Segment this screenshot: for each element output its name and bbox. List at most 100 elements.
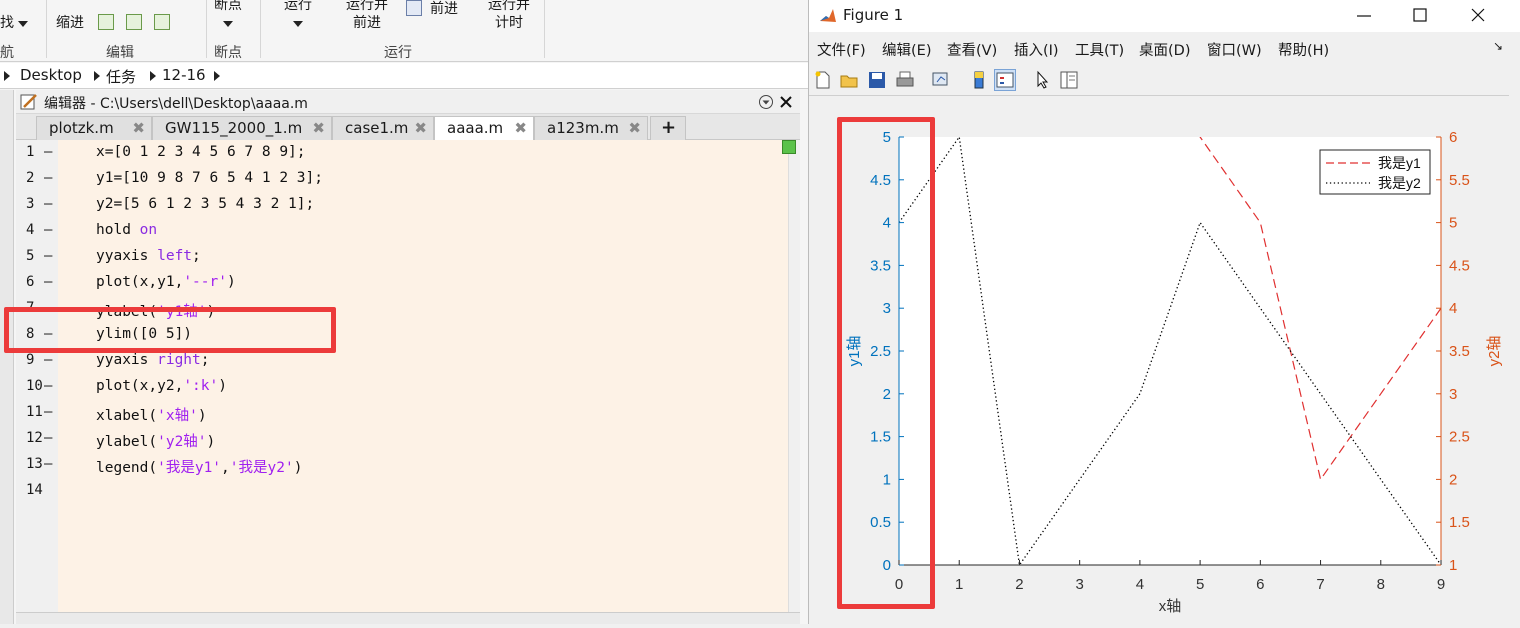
open-file-icon[interactable]: [839, 70, 859, 90]
close-tab-icon[interactable]: ✖: [312, 117, 325, 139]
x-tick-label: 7: [1316, 576, 1324, 593]
tab-plotzk[interactable]: plotzk.m ✖: [36, 116, 152, 140]
line-number: 14: [26, 482, 43, 498]
breakpoint-marker[interactable]: —: [44, 456, 56, 472]
y-right-tick-label: 6: [1449, 129, 1457, 146]
smart-indent-icon[interactable]: [98, 14, 114, 30]
code-line[interactable]: plot(x,y2,':k'): [96, 378, 227, 394]
breakpoint-marker[interactable]: —: [44, 352, 56, 368]
ribbon-divider: [260, 0, 261, 58]
pointer-icon[interactable]: [1033, 70, 1053, 90]
x-tick-label: 1: [955, 576, 963, 593]
code-line[interactable]: legend('我是y1','我是y2'): [96, 456, 302, 477]
x-tick-label: 5: [1196, 576, 1204, 593]
find-button[interactable]: 找: [0, 14, 29, 32]
breadcrumb-folder[interactable]: 12-16: [162, 66, 206, 84]
ribbon-divider: [46, 0, 47, 58]
y-right-tick-label: 2.5: [1449, 429, 1470, 446]
code-line[interactable]: yyaxis left;: [96, 248, 201, 264]
editor-ribbon: 找 航 缩进 编辑 断点 断点 运行 运行并 前进 前进 运行并 计时 运行: [0, 0, 808, 62]
tab-gw115[interactable]: GW115_2000_1.m ✖: [152, 116, 332, 140]
menu-file[interactable]: 文件(F): [817, 39, 866, 60]
legend-icon[interactable]: [994, 69, 1016, 91]
tab-a123m[interactable]: a123m.m ✖: [534, 116, 648, 140]
menu-window[interactable]: 窗口(W): [1207, 39, 1262, 60]
code-editor[interactable]: 1— x=[0 1 2 3 4 5 6 7 8 9]; 2— y1=[10 9 8 7…: [16, 140, 800, 612]
decrease-indent-icon[interactable]: [154, 14, 170, 30]
close-window-icon[interactable]: [1471, 8, 1485, 22]
figure-titlebar: Figure 1: [809, 0, 1520, 32]
breadcrumb-task[interactable]: 任务: [106, 66, 136, 87]
figure-menubar: 文件(F) 编辑(E) 查看(V) 插入(I) 工具(T) 桌面(D) 窗口(W…: [809, 36, 1520, 62]
maximize-icon[interactable]: [1413, 8, 1427, 22]
chart-legend[interactable]: 我是y1 我是y2: [1319, 149, 1431, 195]
run-and-time-button[interactable]: 运行并 计时: [488, 0, 530, 32]
breakpoint-marker[interactable]: —: [44, 274, 56, 290]
x-tick-label: 9: [1437, 576, 1445, 593]
figure-toolbar: [809, 64, 1509, 96]
colorbar-icon[interactable]: [969, 70, 989, 90]
advance-icon[interactable]: [406, 0, 422, 16]
x-tick-label: 2: [1015, 576, 1023, 593]
y-right-tick-label: 4.5: [1449, 257, 1470, 274]
menu-insert[interactable]: 插入(I): [1014, 39, 1059, 60]
save-icon[interactable]: [867, 70, 887, 90]
menu-tools[interactable]: 工具(T): [1075, 39, 1124, 60]
increase-indent-icon[interactable]: [126, 14, 142, 30]
breakpoint-marker[interactable]: —: [44, 144, 56, 160]
panel-menu-icon[interactable]: [758, 94, 774, 110]
code-line[interactable]: hold on: [96, 222, 157, 238]
code-line[interactable]: plot(x,y1,'--r'): [96, 274, 236, 290]
menu-edit[interactable]: 编辑(E): [882, 39, 931, 60]
run-group-label: 运行: [384, 45, 412, 61]
menu-view[interactable]: 查看(V): [947, 39, 997, 60]
code-line[interactable]: xlabel('x轴'): [96, 404, 207, 425]
new-tab-button[interactable]: +: [650, 116, 686, 140]
breakpoint-marker[interactable]: —: [44, 430, 56, 446]
breakpoint-marker[interactable]: —: [44, 404, 56, 420]
close-tab-icon[interactable]: ✖: [628, 117, 641, 139]
link-plot-icon[interactable]: [931, 70, 951, 90]
chevron-down-icon: [223, 21, 233, 27]
tab-case1[interactable]: case1.m ✖: [332, 116, 434, 140]
code-analyzer-status-icon[interactable]: [782, 140, 796, 154]
figure-canvas: 0 1 2 3 4 5 6 7 8 9 0 0.5 1 1.5 2 2.5 3 3.5 4 4.5 5 1 1.5 2 2.5 3…: [809, 97, 1511, 624]
close-tab-icon[interactable]: ✖: [414, 117, 427, 139]
breakpoint-button[interactable]: 断点: [214, 0, 242, 32]
close-icon[interactable]: [780, 96, 792, 108]
minimize-icon[interactable]: [1357, 14, 1371, 18]
breakpoint-marker[interactable]: —: [44, 170, 56, 186]
breakpoint-marker[interactable]: —: [44, 222, 56, 238]
breakpoint-marker[interactable]: —: [44, 248, 56, 264]
dock-arrow-icon[interactable]: ↘: [1493, 39, 1503, 53]
y-right-tick-label: 2: [1449, 471, 1457, 488]
code-line[interactable]: y1=[10 9 8 7 6 5 4 1 2 3];: [96, 170, 323, 186]
x-tick-label: 8: [1377, 576, 1385, 593]
property-inspector-icon[interactable]: [1059, 70, 1079, 90]
run-button[interactable]: 运行: [284, 0, 312, 32]
print-icon[interactable]: [895, 70, 915, 90]
breakpoint-marker[interactable]: —: [44, 378, 56, 394]
breakpoint-marker[interactable]: —: [44, 196, 56, 212]
menu-help[interactable]: 帮助(H): [1278, 39, 1329, 60]
matlab-logo-icon: [820, 9, 836, 22]
close-tab-icon[interactable]: ✖: [132, 117, 145, 139]
new-figure-icon[interactable]: [813, 70, 833, 90]
address-bar: Desktop 任务 12-16: [0, 63, 808, 89]
collapsed-panel-strip[interactable]: [0, 90, 14, 624]
breadcrumb-desktop[interactable]: Desktop: [20, 66, 82, 84]
close-tab-icon[interactable]: ✖: [514, 117, 527, 139]
legend-entry-label: 我是y1: [1378, 155, 1421, 171]
menu-desktop[interactable]: 桌面(D): [1139, 39, 1190, 60]
vertical-scrollbar[interactable]: [788, 140, 800, 612]
code-line[interactable]: x=[0 1 2 3 4 5 6 7 8 9];: [96, 144, 306, 160]
chevron-down-icon: [18, 21, 29, 27]
advance-button[interactable]: 前进: [430, 0, 458, 18]
code-line[interactable]: ylabel('y2轴'): [96, 430, 215, 451]
tab-aaaa[interactable]: aaaa.m ✖: [434, 116, 534, 140]
x-tick-label: 3: [1075, 576, 1083, 593]
code-line[interactable]: yyaxis right;: [96, 352, 210, 368]
run-and-advance-button[interactable]: 运行并 前进: [346, 0, 388, 32]
y-right-tick-label: 1.5: [1449, 514, 1470, 531]
code-line[interactable]: y2=[5 6 1 2 3 5 4 3 2 1];: [96, 196, 314, 212]
